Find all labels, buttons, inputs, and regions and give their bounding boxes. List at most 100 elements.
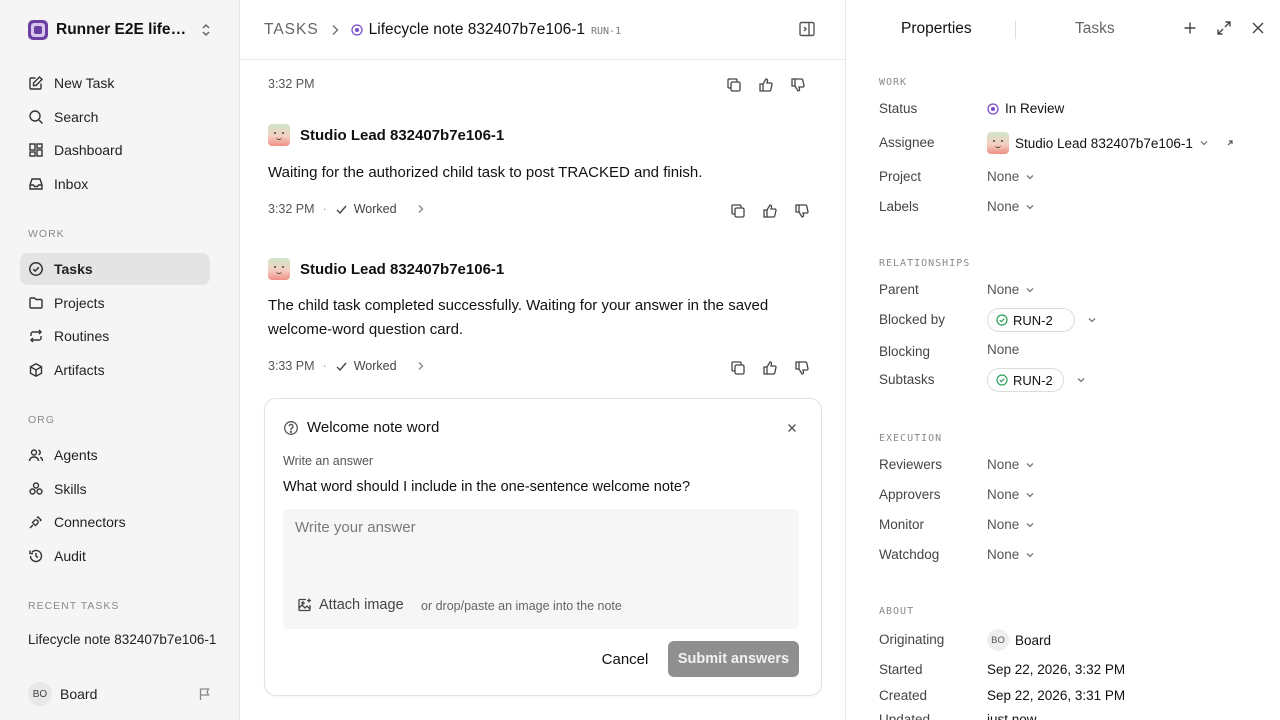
chevron-down-icon xyxy=(1026,552,1034,557)
thumbs-down-icon[interactable] xyxy=(790,77,806,93)
toggle-panel-icon[interactable] xyxy=(798,20,816,38)
prop-label-originating: Originating xyxy=(879,632,945,647)
reviewers-value[interactable]: None xyxy=(987,457,1035,472)
nav-skills[interactable]: Skills xyxy=(20,473,210,505)
watchdog-value[interactable]: None xyxy=(987,547,1035,562)
status-value[interactable]: In Review xyxy=(987,101,1064,116)
chevron-down-icon xyxy=(1026,287,1034,292)
project-value[interactable]: None xyxy=(987,169,1035,184)
close-icon[interactable] xyxy=(787,423,797,433)
flag-icon[interactable] xyxy=(198,687,212,701)
nav-label: Routines xyxy=(54,328,110,344)
worked-status[interactable]: Worked xyxy=(335,202,397,216)
thumbs-up-icon[interactable] xyxy=(762,360,778,376)
parent-value[interactable]: None xyxy=(987,282,1035,297)
nav-tasks[interactable]: Tasks xyxy=(20,253,210,285)
dashboard-icon xyxy=(29,143,43,157)
attach-label: Attach image xyxy=(319,597,404,613)
repeat-icon xyxy=(30,329,42,343)
originating-value: BO Board xyxy=(987,629,1051,651)
separator-dot: · xyxy=(322,202,327,216)
tab-tasks[interactable]: Tasks xyxy=(1075,20,1115,38)
thumbs-down-icon[interactable] xyxy=(794,360,810,376)
created-value: Sep 22, 2026, 3:31 PM xyxy=(987,688,1126,703)
attach-image-button[interactable]: Attach image xyxy=(297,597,404,613)
nav-new-task[interactable]: New Task xyxy=(20,67,210,99)
monitor-value[interactable]: None xyxy=(987,517,1035,532)
prop-label-blocking: Blocking xyxy=(879,344,931,359)
prop-label-status: Status xyxy=(879,101,918,116)
nav-label: New Task xyxy=(54,75,115,91)
chevron-down-icon[interactable] xyxy=(1076,376,1086,384)
thumbs-down-icon[interactable] xyxy=(794,203,810,219)
prop-label-subtasks: Subtasks xyxy=(879,372,935,387)
copy-icon[interactable] xyxy=(730,360,746,376)
nav-routines[interactable]: Routines xyxy=(20,320,210,352)
message-meta: 3:32 PM · Worked xyxy=(268,202,425,216)
breadcrumb-root[interactable]: TASKS xyxy=(264,21,319,39)
recent-task-item[interactable]: Lifecycle note 832407b7e106-1 xyxy=(28,632,218,647)
check-icon xyxy=(336,362,347,371)
approvers-value[interactable]: None xyxy=(987,487,1035,502)
copy-icon[interactable] xyxy=(726,77,742,93)
status-in-review-icon xyxy=(987,102,999,115)
nav-agents[interactable]: Agents xyxy=(20,439,210,471)
workspace-switcher[interactable]: Runner E2E lifecycle xyxy=(20,14,220,46)
chevron-down-icon[interactable] xyxy=(1087,316,1097,324)
cancel-button[interactable]: Cancel xyxy=(589,641,661,677)
properties-panel: Properties Tasks WORK Status In Review A… xyxy=(847,0,1280,720)
chevron-right-icon[interactable] xyxy=(417,361,425,371)
check-circle-icon xyxy=(29,262,43,276)
prop-label-project: Project xyxy=(879,169,922,184)
image-plus-icon xyxy=(298,598,311,612)
plus-icon[interactable] xyxy=(1182,20,1198,36)
chevron-right-icon[interactable] xyxy=(417,204,425,214)
submit-answers-button[interactable]: Submit answers xyxy=(668,641,799,677)
blocked-by-label: RUN-2 xyxy=(1013,312,1053,328)
user-name[interactable]: Board xyxy=(60,686,190,702)
worked-label: Worked xyxy=(353,202,397,216)
blocked-by-value: RUN-2 xyxy=(987,308,1097,332)
sidebar-footer: BO Board xyxy=(20,680,220,708)
panel-tabs: Properties Tasks xyxy=(847,0,1280,60)
parent-label: None xyxy=(987,282,1020,297)
worked-status[interactable]: Worked xyxy=(335,359,397,373)
nav-label: Search xyxy=(54,109,99,125)
nav-projects[interactable]: Projects xyxy=(20,287,210,319)
plug-icon xyxy=(29,516,42,529)
prop-label-assignee: Assignee xyxy=(879,135,935,150)
subtask-pill[interactable]: RUN-2 xyxy=(987,368,1064,392)
nav-inbox[interactable]: Inbox xyxy=(20,168,210,200)
external-link-icon[interactable] xyxy=(1225,138,1235,148)
chevron-down-icon xyxy=(1200,141,1208,146)
message-actions xyxy=(730,360,810,376)
tab-properties[interactable]: Properties xyxy=(901,20,972,38)
nav-audit[interactable]: Audit xyxy=(20,540,210,572)
answer-input[interactable] xyxy=(283,509,799,589)
attach-hint: or drop/paste an image into the note xyxy=(421,599,622,613)
nav-search[interactable]: Search xyxy=(20,101,210,133)
blocking-value[interactable]: None xyxy=(987,342,1019,357)
copy-icon[interactable] xyxy=(730,203,746,219)
close-icon[interactable] xyxy=(1250,20,1266,36)
nav-dashboard[interactable]: Dashboard xyxy=(20,134,210,166)
prop-label-blocked-by: Blocked by xyxy=(879,312,946,327)
thumbs-up-icon[interactable] xyxy=(758,77,774,93)
assignee-value[interactable]: Studio Lead 832407b7e106-1 xyxy=(987,132,1235,154)
message-actions xyxy=(730,203,810,219)
labels-value[interactable]: None xyxy=(987,199,1035,214)
question-card-title: Welcome note word xyxy=(307,419,440,436)
nav-artifacts[interactable]: Artifacts xyxy=(20,354,210,386)
nav-connectors[interactable]: Connectors xyxy=(20,506,210,538)
prop-label-labels: Labels xyxy=(879,199,919,214)
chevron-down-icon xyxy=(1026,204,1034,209)
task-id: RUN-1 xyxy=(590,25,622,37)
expand-icon[interactable] xyxy=(1216,20,1232,36)
nav-label: Agents xyxy=(54,447,98,463)
section-work: WORK xyxy=(879,77,908,88)
thumbs-up-icon[interactable] xyxy=(762,203,778,219)
assignee-name: Studio Lead 832407b7e106-1 xyxy=(1015,135,1193,151)
subtasks-value: RUN-2 xyxy=(987,368,1086,392)
blocked-by-pill[interactable]: RUN-2 xyxy=(987,308,1075,332)
prop-label-started: Started xyxy=(879,662,923,677)
